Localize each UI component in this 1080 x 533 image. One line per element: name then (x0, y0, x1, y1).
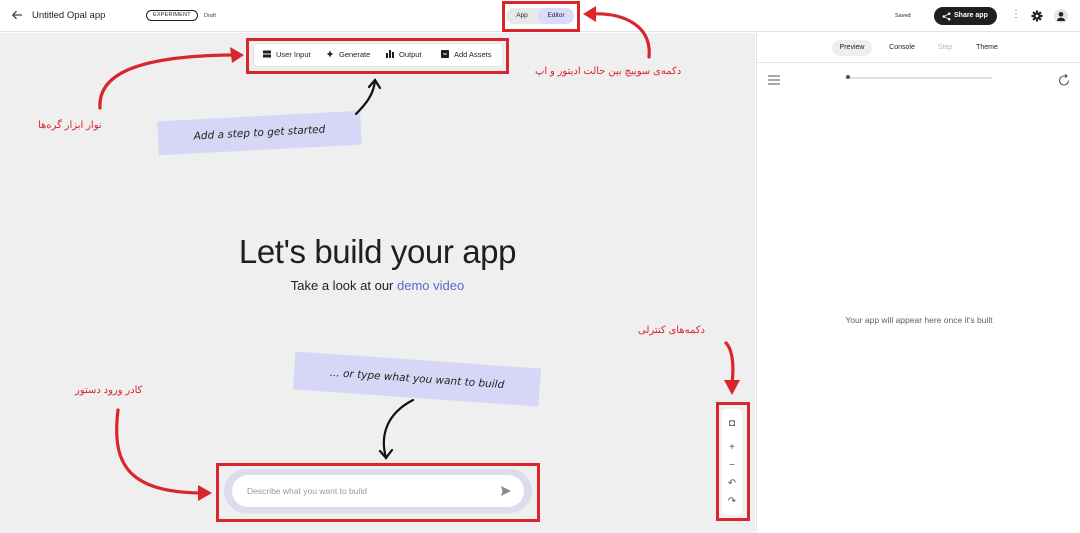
empty-state-text: Your app will appear here once it's buil… (845, 315, 993, 325)
tab-theme[interactable]: Theme (969, 40, 1005, 56)
saved-status: Saved (895, 13, 911, 19)
reload-icon[interactable] (1057, 73, 1071, 87)
experiment-badge: EXPERIMENT (146, 10, 198, 21)
draft-status: Draft (204, 13, 216, 19)
panel-tabs: Preview Console Step Theme (757, 33, 1080, 63)
more-menu-icon[interactable]: ⋮ (1011, 10, 1021, 20)
annotation-mode: دکمه‌ی سوییچ بین حالت ادیتور و اپ (535, 66, 682, 77)
avatar[interactable] (1054, 9, 1068, 23)
annotation-box-mode (502, 1, 580, 32)
subtitle: Take a look at our demo video (0, 278, 755, 293)
share-app-button[interactable]: Share app (934, 7, 997, 25)
annotation-controls: دکمه‌های کنترلی (638, 325, 705, 336)
slider-handle[interactable] (846, 75, 850, 79)
demo-video-link[interactable]: demo video (397, 278, 464, 293)
user-icon (1056, 12, 1066, 21)
annotation-box-controls (716, 402, 750, 521)
gear-icon[interactable] (1031, 10, 1043, 22)
arrow-left-icon[interactable] (10, 8, 24, 22)
annotation-prompt: کادر ورود دستور (75, 385, 143, 396)
annotation-toolbar: نوار ابزار گره‌ها (38, 120, 102, 131)
page-title: Let's build your app (238, 233, 517, 270)
app-title[interactable]: Untitled Opal app (32, 10, 105, 21)
tab-console[interactable]: Console (881, 40, 923, 56)
progress-slider[interactable] (845, 75, 992, 79)
share-app-label: Share app (954, 12, 988, 19)
sticky-note-top: Add a step to get started (157, 110, 362, 156)
menu-icon[interactable] (768, 75, 780, 85)
share-icon (942, 12, 951, 21)
tab-step: Step (937, 44, 953, 51)
preview-panel: Preview Console Step Theme Your app will… (756, 33, 1080, 533)
annotation-box-toolbar (246, 38, 509, 74)
subtitle-text: Take a look at our (290, 278, 397, 293)
tab-preview[interactable]: Preview (832, 40, 872, 56)
sticky-note-bottom: ... or type what you want to build (292, 351, 542, 407)
editor-canvas[interactable]: User Input Generate Output Add Assets Ad… (0, 33, 755, 533)
annotation-box-prompt (216, 463, 540, 522)
